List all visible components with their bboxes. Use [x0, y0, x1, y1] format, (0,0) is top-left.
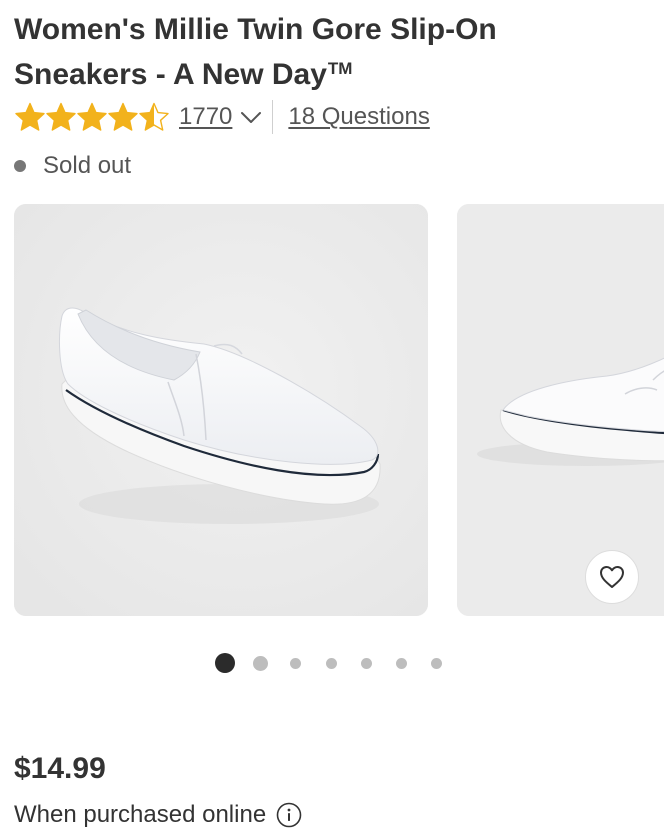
product-image-secondary[interactable]: [457, 204, 664, 616]
chevron-down-icon[interactable]: [238, 104, 264, 130]
star-filled-icon: [15, 102, 45, 131]
price: $14.99: [14, 752, 106, 785]
carousel-dot[interactable]: [252, 655, 268, 671]
product-title-line-2: Sneakers - A New Day: [14, 58, 327, 91]
carousel-dot[interactable]: [360, 657, 372, 669]
star-half-icon: [139, 102, 169, 131]
carousel-dots: [0, 652, 664, 674]
carousel-dot[interactable]: [430, 657, 442, 669]
purchase-note-row: When purchased online: [14, 800, 302, 830]
info-icon[interactable]: [276, 802, 302, 828]
favorite-button[interactable]: [585, 550, 639, 604]
product-image-main[interactable]: [14, 204, 428, 616]
status-text: Sold out: [43, 152, 132, 179]
sneaker-image-secondary: [457, 204, 664, 616]
star-filled-icon: [46, 102, 76, 131]
product-title: Women's Millie Twin Gore Slip-On Sneaker…: [14, 10, 634, 94]
carousel-dot[interactable]: [395, 657, 407, 669]
questions-link[interactable]: 18 Questions: [288, 103, 429, 131]
carousel-dot[interactable]: [289, 657, 301, 669]
star-filled-icon: [108, 102, 138, 131]
carousel-dot[interactable]: [325, 657, 337, 669]
star-rating[interactable]: [14, 101, 169, 133]
rating-row: 1770 18 Questions: [14, 100, 430, 134]
carousel-dot-active[interactable]: [215, 653, 235, 673]
rating-divider: [272, 100, 274, 134]
status-dot-icon: [14, 160, 26, 172]
heart-icon: [600, 566, 624, 588]
trademark-symbol: TM: [327, 59, 353, 78]
purchase-note: When purchased online: [14, 801, 267, 828]
sneaker-image: [14, 204, 428, 616]
product-title-line-1: Women's Millie Twin Gore Slip-On: [14, 13, 497, 46]
availability-status: Sold out: [14, 152, 131, 180]
star-filled-icon: [77, 102, 107, 131]
review-count-link[interactable]: 1770: [179, 103, 232, 131]
